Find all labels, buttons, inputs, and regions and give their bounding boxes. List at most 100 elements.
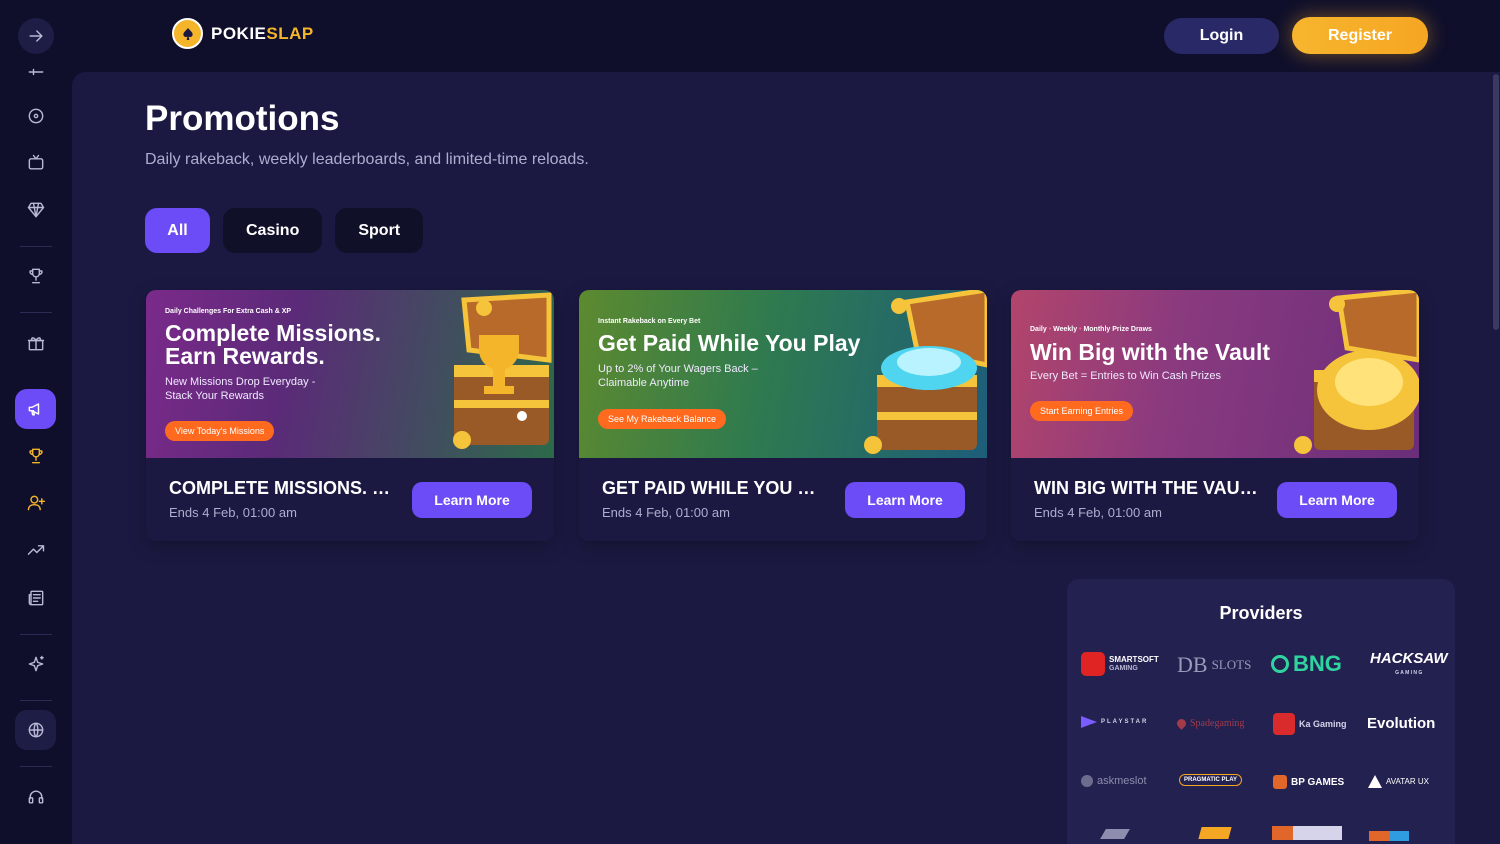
provider-logo-avatarux[interactable]: AVATAR UX bbox=[1368, 775, 1429, 788]
provider-logo-dbslots[interactable]: DB SLOTS bbox=[1177, 652, 1251, 678]
promotion-card-footer: COMPLETE MISSIONS. EARN REWARDS. Ends 4 … bbox=[146, 458, 554, 541]
main-content: Promotions Daily rakeback, weekly leader… bbox=[72, 72, 1500, 844]
provider-logo-partial-1[interactable] bbox=[1100, 829, 1130, 839]
sidebar-divider bbox=[20, 766, 52, 767]
promotion-tabs: All Casino Sport bbox=[145, 208, 424, 253]
provider-logo-smartsoft[interactable]: SMARTSOFT GAMING bbox=[1081, 652, 1159, 676]
provider-logo-partial-3[interactable] bbox=[1272, 826, 1342, 840]
provider-logo-spadegaming[interactable]: Spadegaming bbox=[1175, 717, 1244, 730]
sidebar bbox=[0, 0, 72, 844]
bng-icon bbox=[1271, 655, 1289, 673]
language-button[interactable] bbox=[15, 710, 56, 750]
promotion-title: WIN BIG WITH THE VAULT bbox=[1034, 478, 1259, 498]
provider-logo-partial-2[interactable] bbox=[1198, 827, 1232, 839]
provider-logo-hacksaw[interactable]: HACKSAW G A M I N G bbox=[1370, 651, 1448, 680]
top-header: POKIESLAP Login Register bbox=[72, 0, 1500, 72]
banner-cta: View Today's Missions bbox=[165, 421, 275, 441]
treasure-chest-trophy-icon bbox=[453, 292, 552, 449]
spade-icon bbox=[172, 18, 203, 49]
gift-icon bbox=[27, 337, 44, 351]
sidebar-item-stats[interactable] bbox=[15, 530, 56, 570]
tab-all[interactable]: All bbox=[145, 208, 210, 253]
page-title: Promotions bbox=[145, 99, 340, 138]
headset-icon bbox=[28, 790, 43, 804]
smartsoft-icon bbox=[1081, 652, 1105, 676]
tab-sport[interactable]: Sport bbox=[335, 208, 424, 253]
promotion-card: Daily Challenges For Extra Cash & XP Com… bbox=[146, 290, 554, 541]
provider-logo-askmeslot[interactable]: askmeslot bbox=[1081, 775, 1147, 787]
provider-3-icon bbox=[1272, 826, 1342, 840]
promotion-banner[interactable]: Instant Rakeback on Every Bet Get Paid W… bbox=[579, 290, 987, 458]
cup-icon bbox=[28, 448, 43, 464]
spadegaming-icon bbox=[1175, 717, 1188, 730]
roulette-icon bbox=[28, 108, 43, 124]
banner-subtitle-line-2: Claimable Anytime bbox=[598, 377, 690, 389]
promotion-title: GET PAID WHILE YOU PLAY bbox=[602, 478, 827, 498]
askmeslot-icon bbox=[1081, 775, 1093, 787]
sidebar-item-features[interactable] bbox=[15, 644, 56, 684]
promotion-end-date: Ends 4 Feb, 01:00 am bbox=[602, 505, 730, 520]
globe-icon bbox=[28, 722, 43, 738]
sidebar-item-blog[interactable] bbox=[15, 578, 56, 618]
provider-logo-bng[interactable]: BNG bbox=[1271, 651, 1342, 677]
banner-subtitle: Every Bet = Entries to Win Cash Prizes bbox=[1030, 370, 1222, 382]
banner-kicker: Instant Rakeback on Every Bet bbox=[598, 318, 701, 325]
banner-title: Complete Missions. bbox=[165, 320, 381, 346]
register-button[interactable]: Register bbox=[1292, 17, 1428, 54]
provider-4-icon bbox=[1369, 831, 1409, 841]
promotion-end-date: Ends 4 Feb, 01:00 am bbox=[169, 505, 297, 520]
provider-1-icon bbox=[1100, 829, 1130, 839]
provider-logo-partial-4[interactable] bbox=[1369, 831, 1409, 841]
arrow-right-icon bbox=[29, 30, 43, 42]
sidebar-item-live[interactable] bbox=[15, 143, 56, 183]
support-button[interactable] bbox=[15, 777, 56, 817]
banner-kicker: Daily • Weekly • Monthly Prize Draws bbox=[1030, 326, 1152, 333]
treasure-chest-coins-icon bbox=[1294, 290, 1419, 454]
providers-title: Providers bbox=[1219, 603, 1303, 623]
scrollbar[interactable] bbox=[1493, 74, 1499, 330]
learn-more-button[interactable]: Learn More bbox=[845, 482, 965, 518]
sidebar-item-vip[interactable] bbox=[15, 190, 56, 230]
sidebar-divider bbox=[20, 246, 52, 247]
banner-kicker: Daily Challenges For Extra Cash & XP bbox=[165, 308, 292, 315]
provider-logo-evolution[interactable]: Evolution bbox=[1367, 715, 1435, 732]
treasure-chest-gems-icon bbox=[864, 290, 987, 454]
trophy-icon bbox=[28, 268, 43, 284]
expand-sidebar-button[interactable] bbox=[18, 18, 54, 54]
provider-logo-bpgames[interactable]: BP GAMES bbox=[1273, 775, 1344, 789]
sliders-icon bbox=[28, 68, 43, 76]
learn-more-button[interactable]: Learn More bbox=[412, 482, 532, 518]
promotion-card-footer: GET PAID WHILE YOU PLAY Ends 4 Feb, 01:0… bbox=[579, 458, 987, 541]
sidebar-divider bbox=[20, 312, 52, 313]
brand-name: POKIESLAP bbox=[211, 23, 314, 43]
sidebar-item-settings[interactable] bbox=[15, 60, 56, 84]
provider-logo-pragmatic[interactable]: PRAGMATIC PLAY bbox=[1179, 774, 1243, 786]
diamond-icon bbox=[27, 202, 44, 218]
trending-up-icon bbox=[27, 545, 44, 555]
tab-casino[interactable]: Casino bbox=[223, 208, 323, 253]
sidebar-item-tournaments[interactable] bbox=[15, 256, 56, 296]
sidebar-item-refer[interactable] bbox=[15, 483, 56, 523]
banner-title: Win Big with the Vault bbox=[1030, 339, 1271, 365]
sidebar-item-promotions[interactable] bbox=[15, 389, 56, 429]
promotion-title: COMPLETE MISSIONS. EARN REWARDS. bbox=[169, 478, 394, 498]
promotion-card-footer: WIN BIG WITH THE VAULT Ends 4 Feb, 01:00… bbox=[1011, 458, 1419, 541]
banner-subtitle: Up to 2% of Your Wagers Back – bbox=[598, 363, 758, 375]
banner-title-line-2: Earn Rewards. bbox=[165, 343, 325, 369]
banner-title: Get Paid While You Play bbox=[598, 330, 861, 356]
playstar-icon bbox=[1081, 716, 1097, 728]
provider-logo-kagaming[interactable]: Ka Gaming bbox=[1273, 713, 1347, 735]
promotion-banner[interactable]: Daily Challenges For Extra Cash & XP Com… bbox=[146, 290, 554, 458]
banner-subtitle-line-2: Stack Your Rewards bbox=[165, 390, 265, 402]
tv-icon bbox=[28, 154, 43, 170]
learn-more-button[interactable]: Learn More bbox=[1277, 482, 1397, 518]
sidebar-item-roulette[interactable] bbox=[15, 96, 56, 136]
provider-logo-playstar[interactable]: PLAYSTAR bbox=[1081, 716, 1148, 728]
promotion-banner[interactable]: Daily • Weekly • Monthly Prize Draws Win… bbox=[1011, 290, 1419, 458]
megaphone-icon bbox=[28, 403, 39, 416]
banner-cta: Start Earning Entries bbox=[1030, 401, 1134, 421]
sidebar-item-rewards[interactable] bbox=[15, 323, 56, 363]
sidebar-item-leaderboard[interactable] bbox=[15, 436, 56, 476]
brand-logo[interactable]: POKIESLAP bbox=[172, 18, 314, 49]
login-button[interactable]: Login bbox=[1164, 18, 1279, 54]
